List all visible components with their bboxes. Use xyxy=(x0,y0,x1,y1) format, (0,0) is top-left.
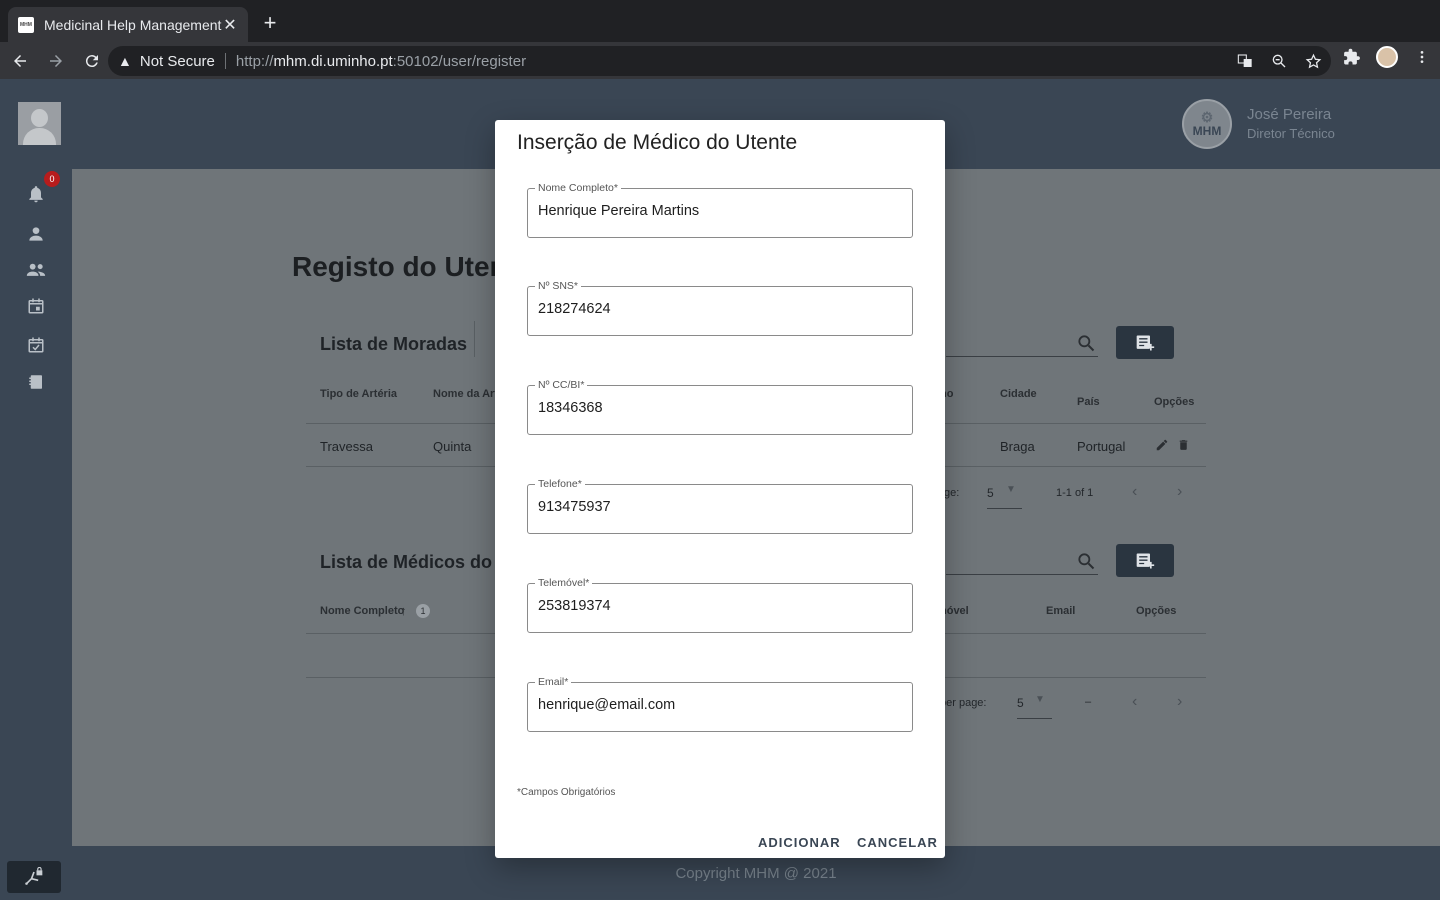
admin-toggle-button[interactable] xyxy=(7,861,61,893)
bell-icon[interactable] xyxy=(24,182,48,206)
email-field[interactable]: Email* xyxy=(527,676,913,732)
url-text: http://mhm.di.uminho.pt:50102/user/regis… xyxy=(235,52,527,70)
telefone-field[interactable]: Telefone* xyxy=(527,478,913,534)
event-check-icon[interactable] xyxy=(24,333,48,357)
col-opcoes: Opções xyxy=(1136,605,1177,617)
field-label: Nº SNS* xyxy=(535,280,582,292)
favicon-icon: MHM xyxy=(18,16,34,33)
extension-area xyxy=(1342,46,1432,68)
calendar-icon[interactable] xyxy=(24,294,48,318)
telemovel-field[interactable]: Telemóvel* xyxy=(527,577,913,633)
sns-field[interactable]: Nº SNS* xyxy=(527,280,913,336)
security-label: Not Secure xyxy=(139,52,215,70)
user-name: José Pereira xyxy=(1247,106,1332,123)
required-note: *Campos Obrigatórios xyxy=(517,787,616,798)
sidebar: 0 xyxy=(0,79,72,900)
cell-tipo: Travessa xyxy=(320,439,373,454)
user-logo[interactable]: ⚙ MHM xyxy=(1182,99,1232,149)
addresses-title: Lista de Moradas xyxy=(320,334,468,354)
rows-per-page-select[interactable]: 5 xyxy=(1017,696,1024,710)
sns-input[interactable] xyxy=(538,301,898,317)
pagination-range: 1-1 of 1 xyxy=(1056,487,1094,499)
search-icon[interactable] xyxy=(1076,333,1096,358)
new-tab-icon[interactable]: + xyxy=(258,12,282,34)
back-icon[interactable] xyxy=(4,45,36,77)
cc-bi-input[interactable] xyxy=(538,400,898,416)
chevron-right-icon[interactable]: › xyxy=(1177,483,1182,501)
rows-per-page-label: per page: xyxy=(940,697,987,709)
sort-badge: 1 xyxy=(416,604,430,618)
tab-title: Medicinal Help Management xyxy=(44,16,222,33)
sidebar-avatar[interactable] xyxy=(18,102,61,145)
menu-dots-icon[interactable] xyxy=(1412,47,1432,67)
field-label: Nome Completo* xyxy=(535,182,621,194)
address-bar[interactable]: ▲ Not Secure http://mhm.di.uminho.pt:501… xyxy=(108,46,1331,76)
zoom-out-icon[interactable] xyxy=(1269,51,1289,71)
delete-icon[interactable] xyxy=(1177,438,1190,457)
col-tipo-arteria: Tipo de Artéria xyxy=(320,388,398,400)
forward-icon[interactable] xyxy=(40,45,72,77)
edit-icon[interactable] xyxy=(1155,438,1169,457)
field-label: Nº CC/BI* xyxy=(535,379,588,391)
browser-tabbar: MHM Medicinal Help Management ✕ + xyxy=(0,0,1440,42)
cell-pais: Portugal xyxy=(1077,439,1126,454)
field-label: Telemóvel* xyxy=(535,577,593,589)
person-icon[interactable] xyxy=(24,222,48,246)
rows-per-page-label: ge: xyxy=(944,487,960,499)
extensions-icon[interactable] xyxy=(1342,47,1362,67)
reload-icon[interactable] xyxy=(76,45,108,77)
rows-per-page-select[interactable]: 5 xyxy=(987,486,994,500)
col-pais: País xyxy=(1077,396,1100,408)
people-icon[interactable] xyxy=(24,258,48,282)
chevron-down-icon[interactable]: ▼ xyxy=(1006,484,1016,495)
profile-avatar[interactable] xyxy=(1376,46,1398,68)
sort-arrow-icon[interactable]: ↑ xyxy=(400,603,407,618)
chevron-left-icon[interactable]: ‹ xyxy=(1132,483,1137,501)
insert-doctor-dialog: Inserção de Médico do Utente Nome Comple… xyxy=(495,120,945,858)
user-role: Diretor Técnico xyxy=(1247,126,1335,141)
divider xyxy=(224,53,226,69)
warning-icon: ▲ xyxy=(118,53,132,69)
email-input[interactable] xyxy=(538,697,898,713)
field-label: Email* xyxy=(535,676,572,688)
cell-nome: Quinta xyxy=(433,439,472,454)
pagination-range: – xyxy=(1085,696,1092,708)
tab-close-icon[interactable]: ✕ xyxy=(222,15,238,35)
cancel-button[interactable]: CANCELAR xyxy=(857,835,938,850)
omnibox-actions xyxy=(1235,51,1323,71)
doctors-title: Lista de Médicos do U xyxy=(320,552,511,572)
search-icon[interactable] xyxy=(1076,551,1096,576)
page-title: Registo do Uten xyxy=(292,251,507,282)
browser-toolbar: ▲ Not Secure http://mhm.di.uminho.pt:501… xyxy=(0,42,1440,79)
dialog-title: Inserção de Médico do Utente xyxy=(517,131,798,154)
telemovel-input[interactable] xyxy=(538,598,898,614)
nome-completo-input[interactable] xyxy=(538,203,898,219)
add-address-button[interactable] xyxy=(1116,326,1174,359)
add-button[interactable]: ADICIONAR xyxy=(758,835,841,850)
col-opcoes: Opções xyxy=(1154,396,1195,408)
col-cidade: Cidade xyxy=(1000,388,1037,400)
chevron-right-icon[interactable]: › xyxy=(1177,693,1182,711)
translate-icon[interactable] xyxy=(1235,51,1255,71)
col-nome-arteria: Nome da Art xyxy=(433,388,498,400)
add-doctor-button[interactable] xyxy=(1116,544,1174,577)
browser-tab[interactable]: MHM Medicinal Help Management ✕ xyxy=(8,7,248,42)
nome-completo-field[interactable]: Nome Completo* xyxy=(527,182,913,238)
cc-bi-field[interactable]: Nº CC/BI* xyxy=(527,379,913,435)
field-label: Telefone* xyxy=(535,478,585,490)
book-icon[interactable] xyxy=(24,370,48,394)
copyright-text: Copyright MHM @ 2021 xyxy=(675,864,837,882)
chevron-left-icon[interactable]: ‹ xyxy=(1132,693,1137,711)
telefone-input[interactable] xyxy=(538,499,898,515)
col-email: Email xyxy=(1046,605,1076,617)
cell-cidade: Braga xyxy=(1000,439,1035,454)
notification-badge: 0 xyxy=(44,171,60,187)
chevron-down-icon[interactable]: ▼ xyxy=(1035,694,1045,705)
col-nome-completo[interactable]: Nome Completo xyxy=(320,605,404,617)
bookmark-star-icon[interactable] xyxy=(1303,51,1323,71)
